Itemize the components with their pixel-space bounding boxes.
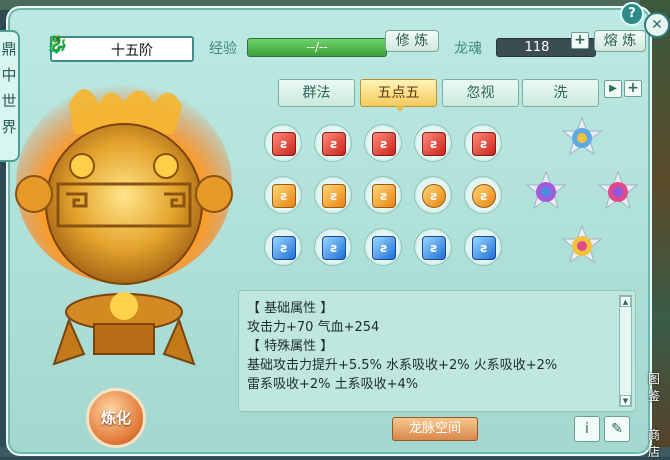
dragon-icon: 🐉	[46, 34, 69, 55]
blue-gem-slot[interactable]: ƨ	[364, 228, 402, 266]
edit-icon[interactable]: ✎	[604, 416, 630, 442]
tab-hushi[interactable]: 忽视	[442, 79, 519, 107]
blue-gem-slot[interactable]: ƨ	[414, 228, 452, 266]
special-attr-line-1: 基础攻击力提升+5.5% 水系吸收+2% 火系吸收+2%	[247, 358, 558, 373]
dragon-vein-space-button[interactable]: 龙脉空间	[392, 417, 478, 441]
basic-attr-values: 攻击力+70 气血+254	[247, 320, 380, 335]
blue-gem-icon: ƨ	[322, 236, 346, 260]
orange-gem-icon: ƨ	[422, 184, 446, 208]
red-gem-icon: ƨ	[272, 132, 296, 156]
star-gem-icon[interactable]	[596, 170, 640, 214]
tab-wudianwu[interactable]: 五点五	[360, 79, 437, 112]
tab-qunfa[interactable]: 群法	[278, 79, 355, 107]
side-tab-char: 鼎	[1, 40, 17, 58]
side-item-atlas[interactable]: 图鉴	[640, 342, 670, 403]
tab-add-button[interactable]: +	[624, 80, 642, 97]
soul-add-button[interactable]: +	[571, 32, 589, 49]
attribute-scrollbar[interactable]: ▲ ▼	[619, 295, 632, 407]
red-gem-slot[interactable]: ƨ	[414, 124, 452, 162]
red-gem-slot[interactable]: ƨ	[314, 124, 352, 162]
side-item-shop[interactable]: 商店	[640, 398, 670, 459]
special-attr-header: 【 特殊属性 】	[247, 339, 334, 354]
blue-gem-slot[interactable]: ƨ	[314, 228, 352, 266]
cauldron-panel: 鼎 中 世 界 🐉 十五阶 经验 --/-- 修 炼 龙魂 118 + 熔 炼 …	[0, 2, 652, 456]
side-item-shop-label: 商店	[648, 428, 661, 459]
blue-gem-icon: ƨ	[422, 236, 446, 260]
orange-gem-icon: ƨ	[472, 184, 496, 208]
refine-button[interactable]: 炼化	[86, 388, 146, 448]
basic-attr-header: 【 基础属性 】	[247, 301, 334, 316]
soul-label: 龙魂	[454, 41, 482, 57]
info-icon[interactable]: i	[574, 416, 600, 442]
soul-value: 118	[524, 40, 550, 55]
orange-gem-slot[interactable]: ƨ	[314, 176, 352, 214]
close-button[interactable]: ✕	[644, 12, 670, 38]
red-gem-slot[interactable]: ƨ	[264, 124, 302, 162]
cauldron-illustration	[15, 84, 233, 366]
red-gem-icon: ƨ	[322, 132, 346, 156]
blue-gem-icon: ƨ	[272, 236, 296, 260]
exp-label: 经验	[209, 41, 237, 57]
stage-display: 🐉 十五阶	[46, 34, 194, 62]
smelt-button[interactable]: 熔 炼	[594, 30, 646, 52]
orange-gem-slot[interactable]: ƨ	[364, 176, 402, 214]
orange-gem-slot[interactable]: ƨ	[464, 176, 502, 214]
stage-text: 十五阶	[111, 43, 153, 59]
red-gem-icon: ƨ	[372, 132, 396, 156]
blue-gem-icon: ƨ	[472, 236, 496, 260]
orange-gem-slot[interactable]: ƨ	[264, 176, 302, 214]
star-gem-icon[interactable]	[560, 224, 604, 268]
exp-bar: --/--	[247, 38, 387, 57]
attribute-panel: 【 基础属性 】 攻击力+70 气血+254 【 特殊属性 】 基础攻击力提升+…	[238, 290, 636, 412]
orange-gem-icon: ƨ	[372, 184, 396, 208]
help-icon[interactable]: ?	[620, 2, 644, 26]
cultivate-button[interactable]: 修 炼	[385, 30, 439, 52]
blue-gem-slot[interactable]: ƨ	[264, 228, 302, 266]
orange-gem-icon: ƨ	[322, 184, 346, 208]
red-gem-icon: ƨ	[422, 132, 446, 156]
red-gem-slot[interactable]: ƨ	[364, 124, 402, 162]
special-attr-line-2: 雷系吸收+2% 土系吸收+4%	[247, 377, 419, 392]
blue-gem-slot[interactable]: ƨ	[464, 228, 502, 266]
orange-gem-slot[interactable]: ƨ	[414, 176, 452, 214]
scroll-up-icon[interactable]: ▲	[620, 296, 631, 307]
scroll-down-icon[interactable]: ▼	[620, 395, 631, 406]
blue-gem-icon: ƨ	[372, 236, 396, 260]
red-gem-slot[interactable]: ƨ	[464, 124, 502, 162]
star-gem-icon[interactable]	[524, 170, 568, 214]
orange-gem-icon: ƨ	[272, 184, 296, 208]
tab-xi[interactable]: 洗	[522, 79, 599, 107]
red-gem-icon: ƨ	[472, 132, 496, 156]
star-gem-icon[interactable]	[560, 116, 604, 160]
tab-next-arrow-icon[interactable]: ▶	[604, 80, 622, 98]
